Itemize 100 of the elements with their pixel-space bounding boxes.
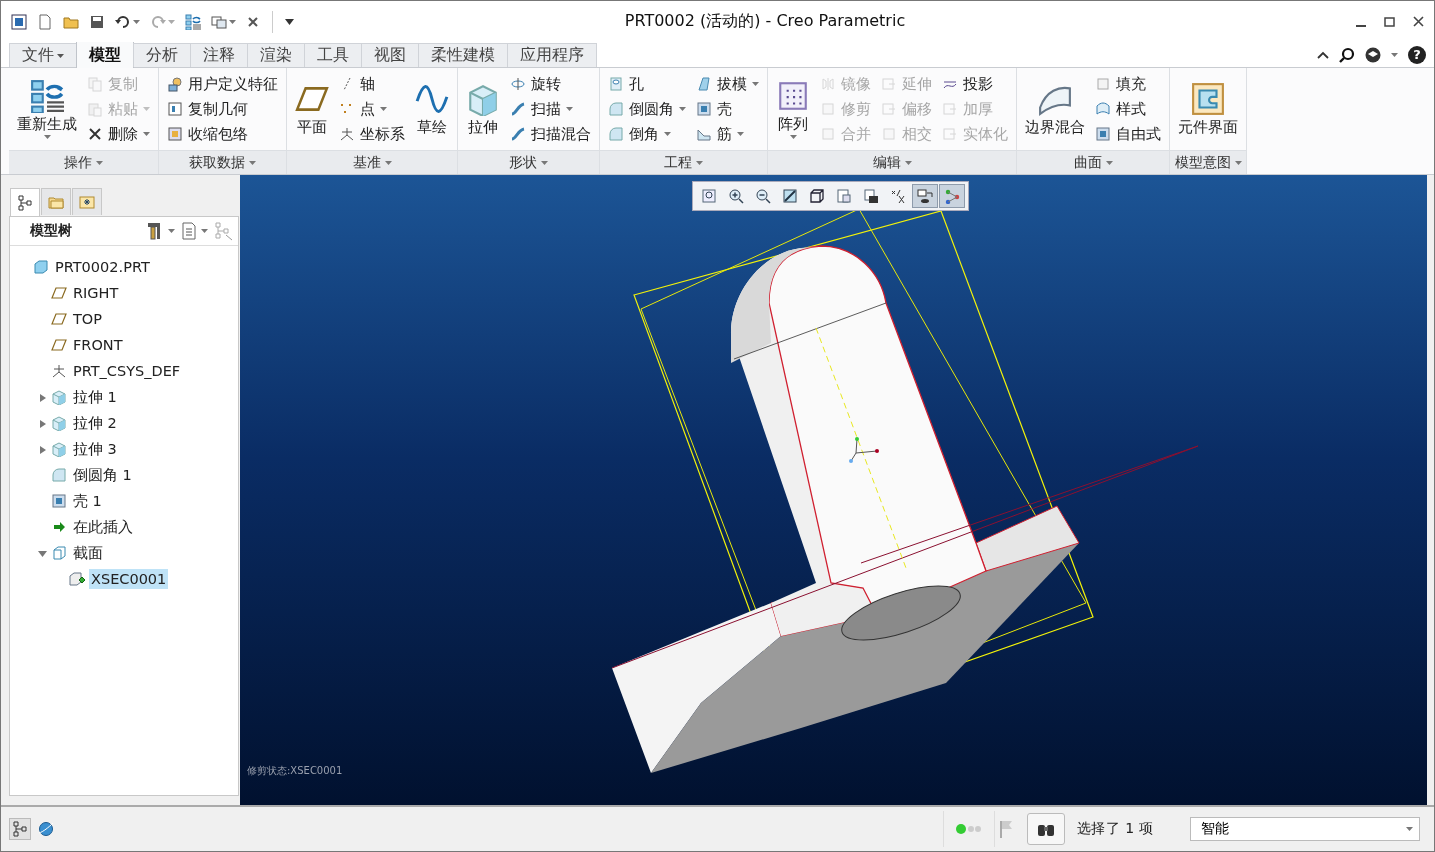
tree-item[interactable]: XSEC0001 (89, 569, 169, 589)
panel-title: 模型树 (30, 222, 72, 240)
ribbon-button[interactable]: 自由式 (1093, 121, 1163, 147)
tree-icon (12, 821, 28, 837)
ribbon-button[interactable]: 筋 (694, 121, 761, 147)
customize-button[interactable] (283, 16, 296, 27)
ribbon-button[interactable]: 填充 (1093, 71, 1163, 97)
round-icon (608, 126, 624, 142)
ribbon-button[interactable]: 壳 (694, 96, 761, 122)
refit-icon (701, 188, 717, 204)
ribbon-button[interactable]: 元件界面 (1176, 71, 1240, 147)
caret-icon (1406, 827, 1413, 831)
close-button[interactable] (1411, 14, 1426, 29)
ribbon-button[interactable]: 扫描混合 (508, 121, 593, 147)
caret-icon (664, 132, 671, 136)
nodes-icon (944, 188, 960, 204)
maximize-button[interactable] (1382, 14, 1397, 29)
ribbon-tab[interactable]: 视图 (361, 43, 419, 67)
ribbon-button[interactable]: 用户定义特征 (165, 71, 280, 97)
ribbon-tab[interactable]: 应用程序 (507, 43, 597, 67)
ribbon-button[interactable]: 点 (337, 96, 407, 122)
group-label[interactable]: 基准 (287, 150, 457, 174)
group-label[interactable]: 工程 (600, 150, 767, 174)
ribbon-button[interactable]: 旋转 (508, 71, 593, 97)
ribbon-tab[interactable]: 渲染 (247, 43, 305, 67)
group-label[interactable]: 模型意图 (1170, 150, 1246, 174)
caret-icon (43, 135, 51, 140)
ribbon-button[interactable]: 拔模 (694, 71, 761, 97)
tree-item[interactable]: PRT_CSYS_DEF (71, 361, 183, 381)
shell-icon (51, 493, 67, 509)
tree-item[interactable]: 拉伸 1 (71, 385, 119, 409)
group-label[interactable]: 形状 (458, 150, 599, 174)
coordinate-system-icon (339, 126, 355, 142)
ribbon-button[interactable]: 平面 (293, 71, 331, 147)
ribbon-button[interactable]: 倒圆角 (606, 96, 688, 122)
ribbon-tab[interactable]: 柔性建模 (418, 43, 508, 67)
tree-item[interactable]: RIGHT (71, 283, 121, 303)
ribbon-button[interactable]: 草绘 (413, 71, 451, 147)
save-icon (89, 13, 105, 30)
ribbon-button[interactable]: 扫描 (508, 96, 593, 122)
ribbon-button[interactable]: 复制几何 (165, 96, 280, 122)
regenerate-icon (30, 78, 64, 113)
tree-filter-icon (214, 221, 234, 241)
tree-item[interactable]: TOP (71, 309, 104, 329)
group-label[interactable]: 操作 (9, 150, 158, 174)
tree-item[interactable]: 截面 (71, 541, 105, 565)
ribbon-button[interactable]: 删除 (85, 121, 152, 147)
ribbon-button[interactable]: 轴 (337, 71, 407, 97)
view-manager-icon (917, 188, 933, 204)
tree-item[interactable]: FRONT (71, 335, 125, 355)
tree-item[interactable]: 倒圆角 1 (71, 463, 134, 487)
tree-item[interactable]: 拉伸 3 (71, 437, 119, 461)
new-file-icon (37, 13, 53, 30)
copy-geometry-icon (167, 101, 183, 117)
ribbon-tab[interactable]: 工具 (304, 43, 362, 67)
ribbon-button[interactable]: 重新生成 (15, 71, 79, 147)
maximize-icon (1384, 16, 1395, 27)
tree-item[interactable]: 在此插入 (71, 515, 135, 539)
square-icon (820, 126, 836, 142)
window-button[interactable] (9, 11, 29, 32)
caret-icon (1105, 160, 1113, 165)
ribbon-button[interactable]: 边界混合 (1023, 71, 1087, 147)
hole-icon (608, 76, 624, 92)
ribbon-tab[interactable]: 分析 (133, 43, 191, 67)
caret-icon (57, 53, 64, 58)
tree-item[interactable]: 壳 1 (71, 489, 104, 513)
find-button[interactable] (1026, 813, 1065, 845)
ribbon-button[interactable]: 样式 (1093, 96, 1163, 122)
view-tool-button[interactable] (912, 184, 938, 208)
ribbon-button[interactable]: 收缩包络 (165, 121, 280, 147)
group-label[interactable]: 曲面 (1017, 150, 1169, 174)
show-button[interactable] (181, 222, 208, 240)
settings-button[interactable] (146, 221, 175, 241)
navigator-button[interactable] (9, 818, 31, 840)
group-label[interactable]: 编辑 (768, 150, 1016, 174)
ribbon-button[interactable]: 阵列 (774, 71, 812, 147)
regenerate-button[interactable] (183, 11, 203, 32)
windows-icon (211, 13, 227, 30)
tree-item[interactable]: PRT0002.PRT (53, 257, 152, 277)
shell-icon (696, 101, 712, 117)
section-status-text: 修剪状态:XSEC0001 (247, 764, 343, 778)
panel-tab[interactable] (10, 188, 40, 217)
ribbon-tab[interactable]: 模型 (76, 41, 134, 68)
zoom-in-icon (728, 188, 744, 204)
ribbon-button[interactable]: 投影 (940, 71, 1010, 97)
file-menu[interactable]: 文件 (9, 43, 77, 67)
ribbon-button[interactable]: 孔 (606, 71, 688, 97)
help-button[interactable]: ? (1408, 45, 1426, 64)
tree-icon (17, 195, 33, 211)
tree-item[interactable]: 拉伸 2 (71, 411, 119, 435)
selection-filter-dropdown[interactable]: 智能 (1190, 817, 1420, 841)
cube-icon (466, 82, 500, 117)
shell-icon (1095, 126, 1111, 142)
ribbon-button[interactable]: 坐标系 (337, 121, 407, 147)
caret-icon (384, 160, 392, 165)
ribbon-button[interactable]: 倒角 (606, 121, 688, 147)
close-window-icon (246, 14, 260, 29)
ribbon-tab[interactable]: 注释 (190, 43, 248, 67)
group-label[interactable]: 获取数据 (159, 150, 286, 174)
ribbon-button[interactable]: 拉伸 (464, 71, 502, 147)
